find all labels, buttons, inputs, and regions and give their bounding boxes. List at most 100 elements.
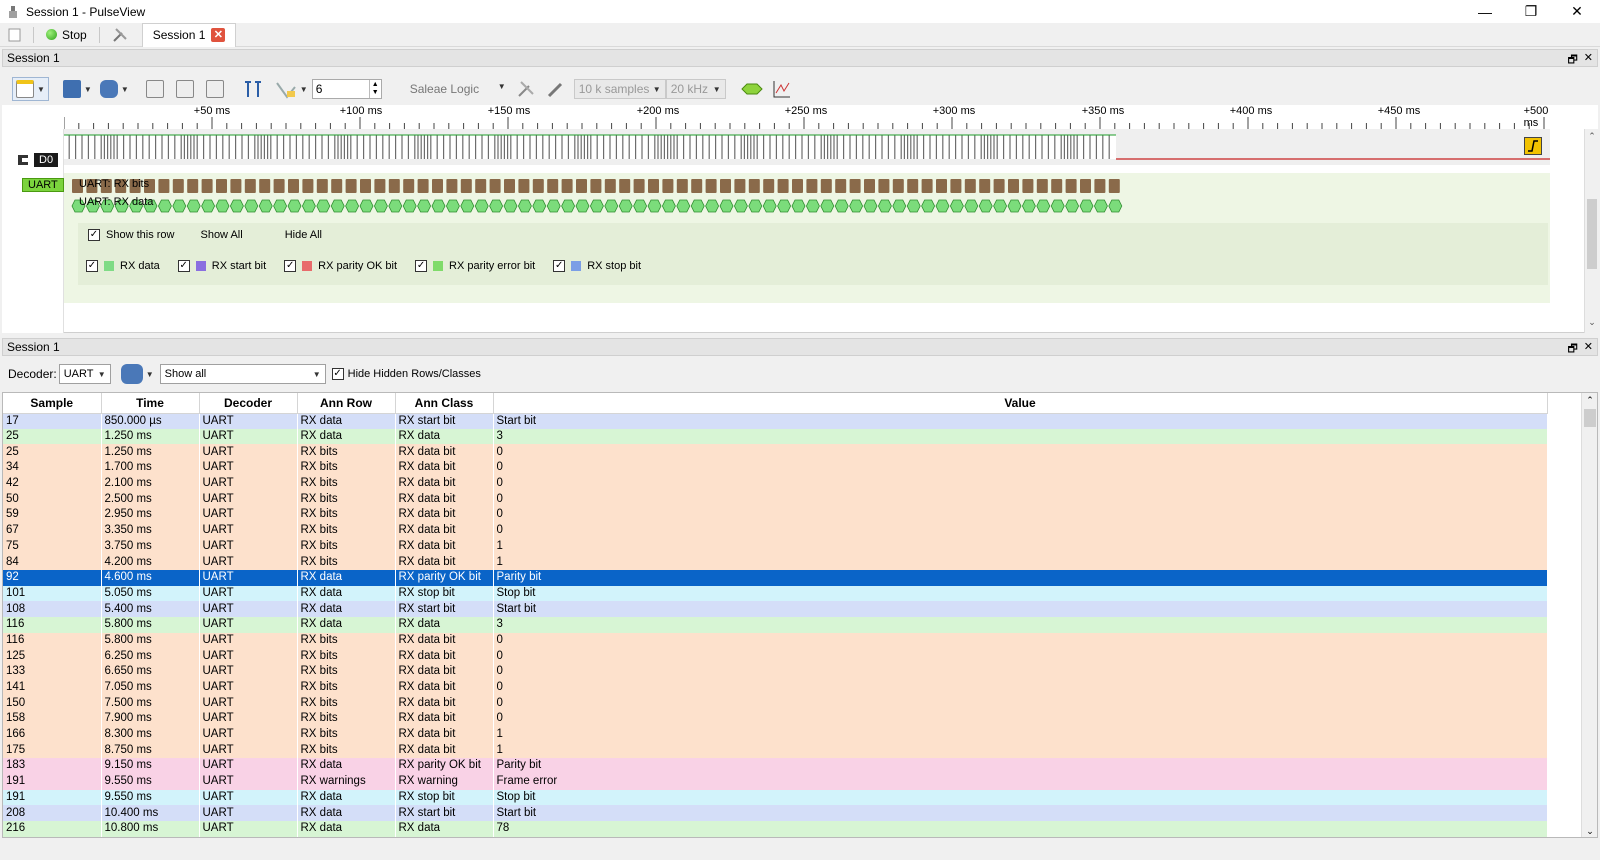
close-window-button[interactable]: ✕ [1554,0,1600,23]
table-row[interactable]: 92 4.600 ms UART RX data RX parity OK bit Par… [3,569,1548,586]
decoder-select[interactable]: UART ▼ [58,364,111,384]
class-toggle[interactable]: ✓ RX start bit [177,260,266,272]
table-row[interactable]: 158 7.900 ms UART RX bits RX data bit 0 [3,711,1548,727]
class-toggle[interactable]: ✓ RX data [86,260,160,272]
zoom-in-button[interactable] [143,77,167,101]
class-checkbox[interactable]: ✓ [86,260,98,272]
scroll-down-icon[interactable]: ⌄ [1585,317,1599,331]
cell-sample: 166 [3,726,102,743]
table-row[interactable]: 216 10.800 ms UART RX data RX data 78 [3,820,1548,837]
d0-signal-label[interactable]: D0 [34,153,59,167]
table-row[interactable]: 116 5.800 ms UART RX data RX data 3 [3,616,1548,633]
col-header-sample[interactable]: Sample [3,393,102,414]
open-button[interactable]: ▼ [62,77,92,101]
table-row[interactable]: 50 2.500 ms UART RX bits RX data bit 0 [3,491,1548,508]
class-toggle[interactable]: ✓ RX parity OK bit [284,260,397,272]
table-row[interactable]: 25 1.250 ms UART RX data RX data 3 [3,428,1548,445]
table-row[interactable]: 67 3.350 ms UART RX bits RX data bit 0 [3,522,1548,539]
zoom-out-button[interactable] [173,77,197,101]
col-header-decoder[interactable]: Decoder [199,393,298,414]
col-header-ann-row[interactable]: Ann Row [297,393,396,414]
rx-data-annotation [993,199,1008,213]
restore-button[interactable]: ❐ [1508,0,1554,23]
table-row[interactable]: 208 10.400 ms UART RX data RX start bit Start… [3,805,1548,821]
table-row[interactable]: 133 6.650 ms UART RX bits RX data bit 0 [3,664,1548,680]
trigger-edge-button[interactable] [1524,137,1542,155]
table-row[interactable]: 125 6.250 ms UART RX bits RX data bit 0 [3,648,1548,664]
ruler-label: +400 ms [1229,105,1273,117]
cursor-button[interactable] [241,77,265,101]
sample-count-spinbox[interactable]: 6 ▲ ▼ [311,79,382,99]
table-row[interactable]: 59 2.950 ms UART RX bits RX data bit 0 [3,507,1548,523]
table-row[interactable]: 150 7.500 ms UART RX bits RX data bit 0 [3,695,1548,712]
probe-handle-icon[interactable] [18,153,30,167]
device-selector[interactable]: Saleae Logic ▼ [410,82,506,96]
settings-button[interactable] [104,23,136,47]
scrollbar-thumb[interactable] [1584,409,1596,427]
save-button[interactable]: ▼ [99,77,129,101]
table-row[interactable]: 17 850.000 µs UART RX data RX start bit Start… [3,413,1548,429]
scroll-up-icon[interactable]: ⌃ [1582,395,1597,406]
col-header-ann-class[interactable]: Ann Class [395,393,494,414]
cell-ann-class: RX data bit [395,679,494,696]
table-row[interactable]: 191 9.550 ms UART RX data RX stop bit Stop bi… [3,789,1548,806]
cell-ann-row: RX bits [297,695,396,712]
export-button[interactable]: ▼ [120,362,154,386]
waveform-scrollbar[interactable]: ⌃ ⌄ [1584,129,1598,333]
table-row[interactable]: 183 9.150 ms UART RX data RX parity OK bit Pa… [3,758,1548,774]
hide-all-button[interactable]: Hide All [285,229,322,241]
uart-decoder-label[interactable]: UART [22,178,64,192]
device-config-button[interactable] [514,77,538,101]
class-checkbox[interactable]: ✓ [553,260,566,272]
class-toggle[interactable]: ✓ RX stop bit [553,260,641,272]
table-row[interactable]: 175 8.750 ms UART RX bits RX data bit 1 [3,742,1548,759]
table-row[interactable]: 108 5.400 ms UART RX data RX start bit Start … [3,601,1548,617]
spinbox-arrows-icon[interactable]: ▲ ▼ [368,80,381,98]
table-row[interactable]: 75 3.750 ms UART RX bits RX data bit 1 [3,538,1548,555]
minimize-button[interactable]: — [1462,0,1508,23]
show-row-checkbox[interactable]: ✓ [88,229,100,241]
class-checkbox[interactable]: ✓ [284,260,297,272]
new-view-button[interactable]: ▼ [12,77,49,101]
table-row[interactable]: 116 5.800 ms UART RX bits RX data bit 0 [3,632,1548,649]
close-panel-icon[interactable]: ✕ [1584,340,1593,359]
scroll-up-icon[interactable]: ⌃ [1585,131,1599,145]
show-all-button[interactable]: Show All [200,229,242,241]
table-row[interactable]: 34 1.700 ms UART RX bits RX data bit 0 [3,460,1548,476]
table-row[interactable]: 191 9.550 ms UART RX warnings RX warning Fram… [3,773,1548,790]
col-header-value[interactable]: Value [493,393,1548,414]
table-row[interactable]: 166 8.300 ms UART RX bits RX data bit 1 [3,726,1548,743]
zoom-fit-button[interactable] [203,77,227,101]
table-row[interactable]: 141 7.050 ms UART RX bits RX data bit 0 [3,679,1548,696]
col-header-time[interactable]: Time [101,393,200,414]
scroll-down-icon[interactable]: ⌄ [1582,826,1597,837]
add-decoder-button[interactable] [740,77,764,101]
decoder-menu-button[interactable]: ▼ [275,77,308,101]
math-signal-button[interactable] [770,77,794,101]
tab-session-1[interactable]: Session 1 ✕ [141,22,237,47]
close-panel-icon[interactable]: ✕ [1584,51,1593,70]
annotation-table[interactable]: Sample Time Decoder Ann Row Ann Class Va… [2,392,1598,838]
float-panel-icon[interactable]: 🗗 [1567,340,1577,359]
rx-bit-annotation [1022,179,1034,193]
class-toggle[interactable]: ✓ RX parity error bit [415,260,535,272]
table-scrollbar[interactable]: ⌃ ⌄ [1581,393,1597,837]
stop-button[interactable]: Stop [38,23,95,47]
cell-ann-class: RX data bit [395,711,494,727]
table-row[interactable]: 42 2.100 ms UART RX bits RX data bit 0 [3,475,1548,492]
class-checkbox[interactable]: ✓ [415,260,428,272]
float-panel-icon[interactable]: 🗗 [1567,51,1577,70]
waveform-view[interactable]: +50 ms +100 ms +150 ms +200 ms +250 ms +… [2,105,1598,333]
table-row[interactable]: 101 5.050 ms UART RX data RX stop bit Stop bi… [3,585,1548,602]
scrollbar-thumb[interactable] [1587,199,1597,269]
probe-config-button[interactable] [544,77,568,101]
class-checkbox[interactable]: ✓ [177,260,190,272]
ruler-label: +450 ms [1377,105,1421,117]
filter-select[interactable]: Show all ▼ [159,364,326,384]
table-row[interactable]: 25 1.250 ms UART RX bits RX data bit 0 [3,444,1548,461]
cell-ann-row: RX bits [297,679,396,696]
tab-close-icon[interactable]: ✕ [211,28,226,42]
table-row[interactable]: 84 4.200 ms UART RX bits RX data bit 1 [3,554,1548,570]
new-session-button[interactable] [0,23,29,47]
hide-hidden-checkbox[interactable]: ✓ [331,368,344,380]
